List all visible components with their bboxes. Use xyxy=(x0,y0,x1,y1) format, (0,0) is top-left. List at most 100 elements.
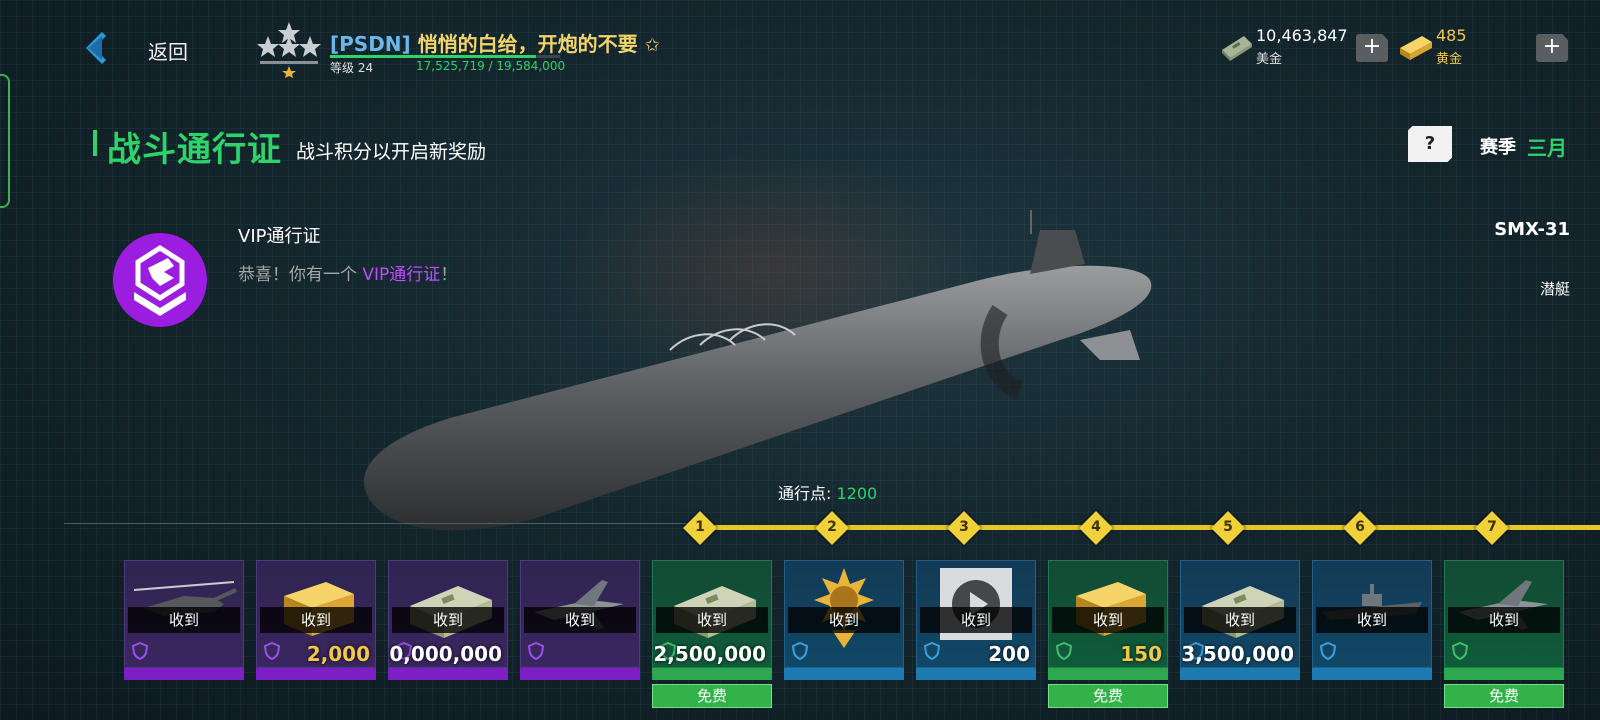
reward-status: 收到 xyxy=(788,607,900,633)
submarine-model-image xyxy=(363,210,1152,531)
season-value: 三月 xyxy=(1527,136,1567,160)
player-nickname: 悄悄的白给，开炮的不要 xyxy=(417,32,638,56)
reward-amount: 150 xyxy=(1120,642,1162,666)
reward-status: 收到 xyxy=(392,607,504,633)
add-gold-button[interactable]: + xyxy=(1536,34,1568,62)
level-node: 2 xyxy=(815,511,849,545)
gold-label: 黄金 xyxy=(1436,52,1463,67)
shield-icon xyxy=(1319,641,1337,661)
pass-points-value: 1200 xyxy=(836,484,878,503)
add-cash-button[interactable]: + xyxy=(1356,34,1388,62)
reward-card-cash[interactable]: 收到 2,500,000 xyxy=(652,560,772,680)
free-claim-button[interactable]: 免费 xyxy=(652,684,772,708)
free-claim-button[interactable]: 免费 xyxy=(1048,684,1168,708)
level-node: 4 xyxy=(1079,511,1113,545)
vip-lion-emblem-icon xyxy=(113,233,207,327)
reward-status: 收到 xyxy=(128,607,240,633)
page-title: 战斗通行证 xyxy=(107,130,282,170)
reward-status: 收到 xyxy=(524,607,636,633)
unit-type: 潜艇 xyxy=(1539,280,1570,298)
gold-amount: 485 xyxy=(1436,26,1467,45)
back-label: 返回 xyxy=(148,40,188,64)
reward-tier-stripe xyxy=(1312,668,1432,680)
level-node: 7 xyxy=(1475,511,1509,545)
unit-name: SMX-31 xyxy=(1494,219,1570,240)
gold-bar-icon xyxy=(1400,36,1432,60)
player-level: 等级 24 xyxy=(330,61,374,75)
xp-progress-bar xyxy=(330,55,560,58)
shield-icon xyxy=(923,641,941,661)
level-number: 6 xyxy=(1355,519,1365,535)
page-subtitle: 战斗积分以开启新奖励 xyxy=(296,141,487,163)
reward-status: 收到 xyxy=(260,607,372,633)
reward-tier-stripe xyxy=(652,668,772,680)
reward-tier-stripe xyxy=(1048,668,1168,680)
shield-icon xyxy=(1055,641,1073,661)
xp-progress-fill xyxy=(330,55,536,58)
reward-card-cash[interactable]: 收到 10,000,000 xyxy=(388,560,508,680)
side-drawer-tab[interactable] xyxy=(0,74,10,208)
reward-card-cash[interactable]: 收到 3,500,000 xyxy=(1180,560,1300,680)
reward-amount: 3,500,000 xyxy=(1181,642,1294,666)
reward-amount: 2,000 xyxy=(306,642,370,666)
shield-icon xyxy=(131,641,149,661)
reward-tier-stripe xyxy=(520,668,640,680)
reward-amount: 200 xyxy=(988,642,1030,666)
level-node: 5 xyxy=(1211,511,1245,545)
shield-icon xyxy=(1451,641,1469,661)
free-claim-button[interactable]: 免费 xyxy=(1444,684,1564,708)
reward-status: 收到 xyxy=(1448,607,1560,633)
xp-text: 17,525,719 / 19,584,000 xyxy=(416,59,566,73)
help-button[interactable]: ? xyxy=(1408,126,1452,162)
reward-tier-stripe xyxy=(256,668,376,680)
star-outline-icon: ✩ xyxy=(644,35,660,56)
level-number: 1 xyxy=(695,519,705,535)
reward-status: 收到 xyxy=(1184,607,1296,633)
reward-status: 收到 xyxy=(920,607,1032,633)
reward-amount: 10,000,000 xyxy=(388,642,502,666)
reward-card-gold[interactable]: 收到 150 xyxy=(1048,560,1168,680)
reward-amount: 2,500,000 xyxy=(653,642,766,666)
cash-label: 美金 xyxy=(1256,52,1283,67)
reward-status: 收到 xyxy=(1316,607,1428,633)
reward-card-jet[interactable]: 收到 xyxy=(1444,560,1564,680)
reward-tier-stripe xyxy=(388,668,508,680)
reward-status: 收到 xyxy=(1052,607,1164,633)
shield-icon xyxy=(791,641,809,661)
clan-tag: [PSDN] xyxy=(330,32,411,56)
cash-amount: 10,463,847 xyxy=(1256,26,1348,45)
rank-stars-icon xyxy=(257,22,321,78)
player-name: [PSDN] 悄悄的白给，开炮的不要 ✩ xyxy=(330,28,660,57)
level-node: 3 xyxy=(947,511,981,545)
reward-status: 收到 xyxy=(656,607,768,633)
level-node: 6 xyxy=(1343,511,1377,545)
shield-icon xyxy=(527,641,545,661)
reward-card-gold[interactable]: 收到 2,000 xyxy=(256,560,376,680)
reward-tier-stripe xyxy=(1444,668,1564,680)
level-number: 4 xyxy=(1091,519,1101,535)
level-node: 1 xyxy=(683,511,717,545)
vip-pass-title: VIP通行证 xyxy=(238,226,321,247)
pass-points-label: 通行点: xyxy=(778,484,837,503)
reward-tier-stripe xyxy=(124,668,244,680)
level-number: 3 xyxy=(959,519,969,535)
back-button[interactable]: 返回 xyxy=(78,28,218,68)
reward-tier-stripe xyxy=(784,668,904,680)
level-number: 5 xyxy=(1223,519,1233,535)
level-number: 7 xyxy=(1487,519,1497,535)
pass-points: 通行点: 1200 xyxy=(778,480,877,504)
reward-card-ship[interactable]: 收到 xyxy=(1312,560,1432,680)
shield-icon xyxy=(263,641,281,661)
reward-card-badge[interactable]: 收到 xyxy=(784,560,904,680)
reward-card-boost[interactable]: 收到 200 xyxy=(916,560,1036,680)
reward-card-jet[interactable]: 收到 xyxy=(520,560,640,680)
reward-card-helicopter[interactable]: 收到 xyxy=(124,560,244,680)
section-divider xyxy=(64,523,704,524)
reward-tier-stripe xyxy=(1180,668,1300,680)
cash-icon xyxy=(1222,36,1252,61)
title-accent-bar xyxy=(93,130,97,156)
chevron-left-icon xyxy=(86,32,106,64)
level-number: 2 xyxy=(827,519,837,535)
reward-tier-stripe xyxy=(916,668,1036,680)
season-label: 赛季 xyxy=(1480,137,1516,158)
